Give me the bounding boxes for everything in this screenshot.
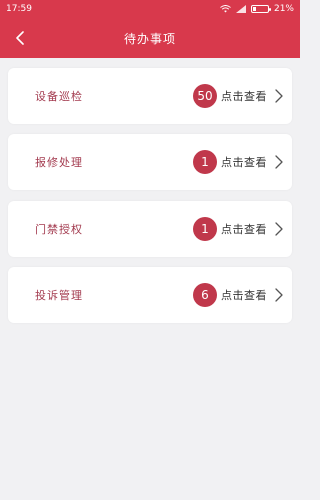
todo-screen: 17:59 21% 待办事项 设备巡检 50 点击查看 报修处理 1 点击查看 … — [0, 0, 300, 500]
count-badge: 1 — [193, 217, 217, 241]
todo-item-access-authorization[interactable]: 门禁授权 1 点击查看 — [8, 201, 292, 257]
todo-item-label: 设备巡检 — [35, 90, 83, 103]
chevron-right-icon — [275, 288, 283, 302]
page-title: 待办事项 — [123, 31, 176, 46]
status-icons: 21% — [220, 4, 294, 14]
todo-item-label: 报修处理 — [35, 156, 83, 169]
status-bar: 17:59 21% — [0, 0, 300, 18]
chevron-right-icon — [275, 222, 283, 236]
view-link[interactable]: 点击查看 — [221, 221, 267, 237]
todo-item-action-group: 1 点击查看 — [193, 217, 283, 241]
signal-icon — [235, 5, 246, 13]
wifi-icon — [220, 5, 231, 13]
todo-item-label: 门禁授权 — [35, 223, 83, 236]
todo-item-label: 投诉管理 — [35, 289, 83, 302]
battery-level-fill — [252, 7, 257, 11]
count-badge: 6 — [193, 283, 217, 307]
todo-item-action-group: 1 点击查看 — [193, 150, 283, 174]
view-link[interactable]: 点击查看 — [221, 88, 267, 104]
view-link[interactable]: 点击查看 — [221, 287, 267, 303]
status-time: 17:59 — [6, 4, 32, 14]
count-badge: 50 — [193, 84, 217, 108]
todo-item-complaint-management[interactable]: 投诉管理 6 点击查看 — [8, 267, 292, 323]
back-icon — [16, 31, 24, 45]
back-button[interactable] — [9, 27, 31, 49]
chevron-right-icon — [275, 155, 283, 169]
view-link[interactable]: 点击查看 — [221, 154, 267, 170]
battery-percent: 21% — [273, 4, 294, 14]
nav-bar: 待办事项 — [0, 18, 300, 58]
todo-item-action-group: 50 点击查看 — [193, 84, 283, 108]
count-badge: 1 — [193, 150, 217, 174]
todo-item-equipment-inspection[interactable]: 设备巡检 50 点击查看 — [8, 68, 292, 124]
chevron-right-icon — [275, 89, 283, 103]
todo-item-action-group: 6 点击查看 — [193, 283, 283, 307]
battery-icon — [250, 5, 271, 13]
todo-item-repair-handling[interactable]: 报修处理 1 点击查看 — [8, 134, 292, 190]
